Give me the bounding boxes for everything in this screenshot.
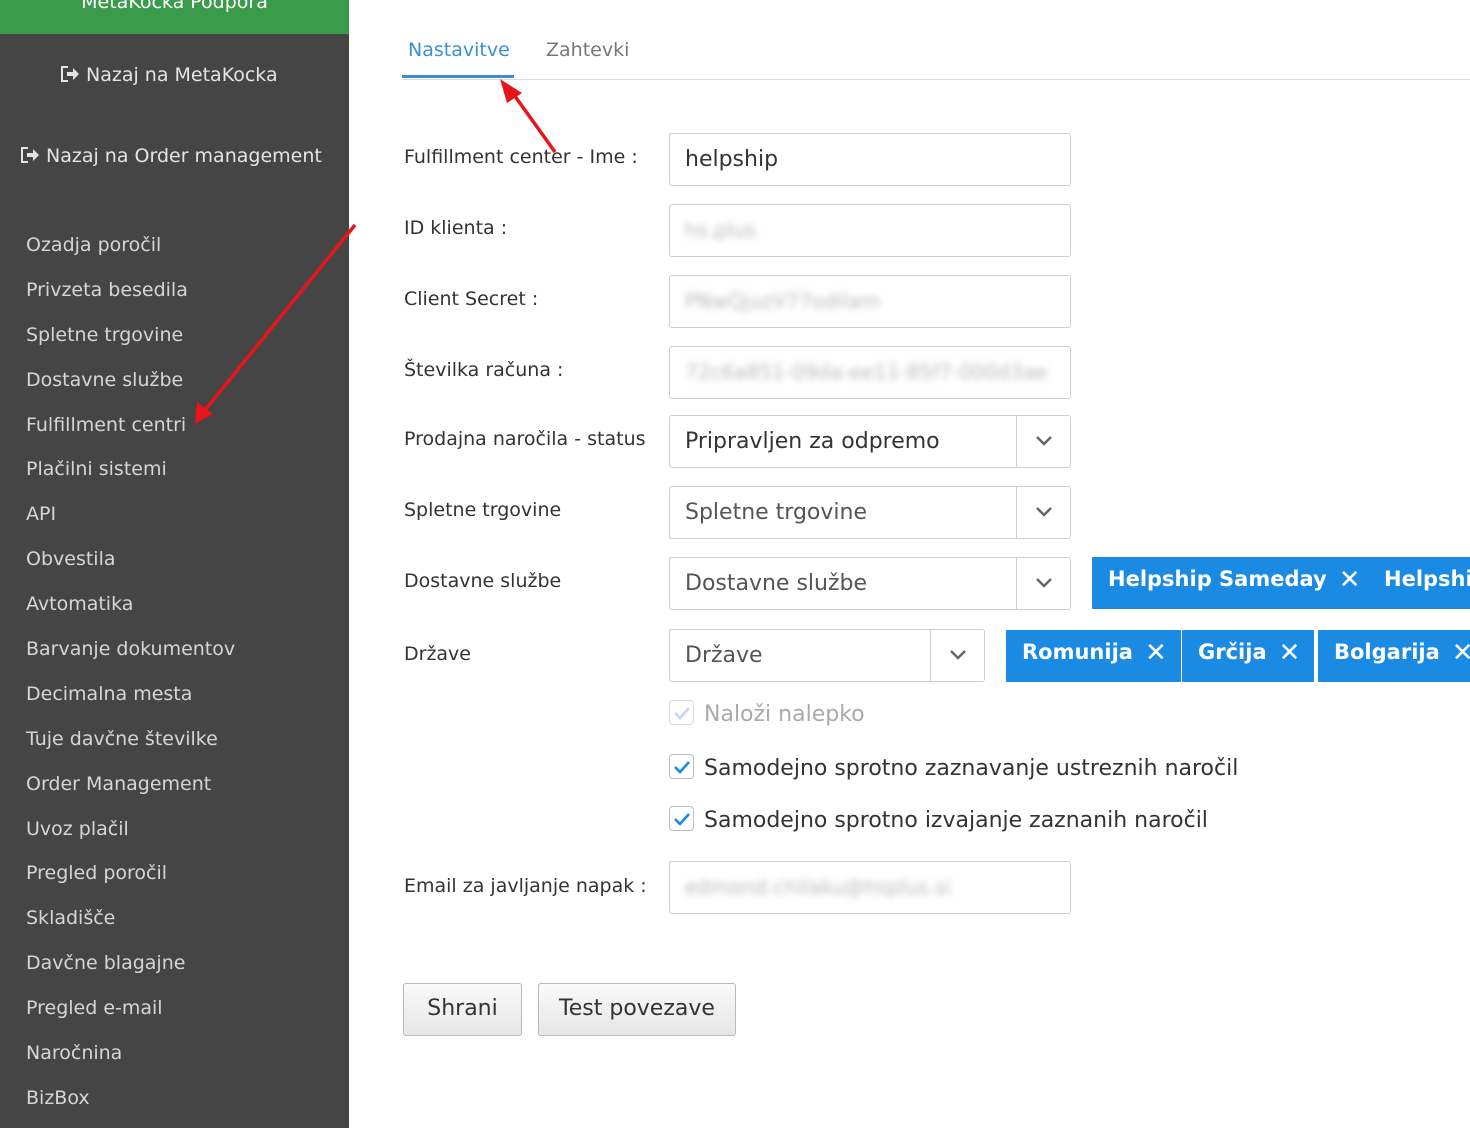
delivery-services-select[interactable]: Dostavne službe [669, 557, 1071, 610]
chevron-down-icon[interactable] [930, 630, 984, 681]
upload-label-text: Naloži nalepko [704, 702, 865, 727]
client-secret-value: PNwQjuzV77odilam [685, 289, 880, 313]
country-tag: Grčija ✕ [1182, 630, 1315, 682]
check-icon [674, 707, 690, 720]
web-shops-placeholder: Spletne trgovine [685, 500, 867, 525]
error-email-input[interactable]: edmond.chilaku@hsplus.si [669, 861, 1071, 914]
sidebar-item-obvestila[interactable]: Obvestila [26, 544, 235, 589]
sign-out-icon [20, 146, 40, 164]
sign-out-icon [60, 65, 80, 83]
tab-zahtevki[interactable]: Zahtevki [546, 39, 629, 61]
close-icon[interactable]: ✕ [1339, 558, 1361, 602]
auto-detect-checkbox-row: Samodejno sprotno zaznavanje ustreznih n… [669, 754, 1238, 781]
brand-header: MetaKocka Podpora [0, 0, 349, 34]
sidebar-item-ozadja-porocil[interactable]: Ozadja poročil [26, 230, 235, 275]
app-window: MetaKocka Podpora Nazaj na MetaKocka Naz… [0, 0, 1470, 1128]
country-tag: Romunija ✕ [1006, 630, 1181, 682]
upload-label-checkbox-row: Naloži nalepko [669, 700, 865, 727]
order-status-value: Pripravljen za odpremo [685, 429, 940, 454]
auto-detect-text: Samodejno sprotno zaznavanje ustreznih n… [704, 756, 1239, 781]
sidebar-item-api[interactable]: API [26, 499, 235, 544]
countries-label: Države [404, 643, 471, 665]
brand-title: MetaKocka Podpora [81, 0, 268, 13]
close-icon[interactable]: ✕ [1279, 631, 1301, 675]
error-email-value: edmond.chilaku@hsplus.si [685, 875, 951, 899]
sidebar-item-uvoz-placil[interactable]: Uvoz plačil [26, 814, 235, 859]
name-value: helpship [685, 147, 779, 172]
delivery-tag-label: Helpship [1384, 567, 1470, 591]
sidebar-item-fulfillment-centri[interactable]: Fulfillment centri [26, 410, 235, 455]
test-connection-button[interactable]: Test povezave [538, 983, 736, 1036]
sidebar-item-davcne-blagajne[interactable]: Davčne blagajne [26, 948, 235, 993]
client-id-input[interactable]: hs.plus [669, 204, 1071, 257]
sidebar-item-dostavne-sluzbe[interactable]: Dostavne službe [26, 365, 235, 410]
delivery-tag: Helpship Sameday ✕ [1092, 557, 1375, 609]
client-id-value: hs.plus [685, 218, 756, 242]
countries-placeholder: Države [685, 643, 763, 668]
check-icon [674, 813, 690, 826]
order-status-select[interactable]: Pripravljen za odpremo [669, 415, 1071, 468]
sidebar-item-narocnina[interactable]: Naročnina [26, 1038, 235, 1083]
delivery-services-label: Dostavne službe [404, 570, 562, 592]
web-shops-label: Spletne trgovine [404, 499, 562, 521]
country-tag-label: Bolgarija [1334, 640, 1440, 664]
save-button[interactable]: Shrani [403, 983, 522, 1036]
sidebar-menu: Ozadja poročil Privzeta besedila Spletne… [26, 230, 235, 1128]
close-icon[interactable]: ✕ [1145, 631, 1167, 675]
annotation-arrow-to-tab [500, 79, 557, 154]
chevron-down-icon[interactable] [1016, 487, 1070, 538]
sidebar-item-skladisce[interactable]: Skladišče [26, 903, 235, 948]
sidebar-item-avtomatika[interactable]: Avtomatika [26, 589, 235, 634]
auto-execute-text: Samodejno sprotno izvajanje zaznanih nar… [704, 808, 1208, 833]
sidebar-item-placilni-sistemi[interactable]: Plačilni sistemi [26, 454, 235, 499]
sidebar-item-tuje-davcne-stevilke[interactable]: Tuje davčne številke [26, 724, 235, 769]
sidebar-item-barvanje-dokumentov[interactable]: Barvanje dokumentov [26, 634, 235, 679]
check-icon [674, 761, 690, 774]
account-number-value: 72c6a851-09da-ee11-85f7-000d3ae [685, 360, 1048, 384]
country-tag-label: Grčija [1198, 640, 1267, 664]
close-icon[interactable]: ✕ [1452, 631, 1470, 675]
name-label: Fulfillment center - Ime : [404, 146, 638, 168]
sidebar-item-order-management[interactable]: Order Management [26, 769, 235, 814]
back-to-metakocka-label: Nazaj na MetaKocka [86, 64, 278, 86]
order-status-label: Prodajna naročila - status [404, 428, 646, 450]
auto-detect-checkbox[interactable] [669, 754, 694, 779]
sidebar-item-bizbox[interactable]: BizBox [26, 1083, 235, 1128]
tab-bar: Nastavitve Zahtevki [402, 0, 1470, 80]
tab-nastavitve[interactable]: Nastavitve [408, 39, 510, 61]
sidebar-item-spletne-trgovine[interactable]: Spletne trgovine [26, 320, 235, 365]
delivery-tag-label: Helpship Sameday [1108, 567, 1327, 591]
delivery-services-placeholder: Dostavne službe [685, 571, 868, 596]
back-to-order-management-label: Nazaj na Order management [46, 145, 322, 167]
back-to-order-management-link[interactable]: Nazaj na Order management [20, 145, 322, 167]
back-to-metakocka-link[interactable]: Nazaj na MetaKocka [60, 64, 278, 86]
client-secret-label: Client Secret : [404, 288, 539, 310]
client-secret-input[interactable]: PNwQjuzV77odilam [669, 275, 1071, 328]
country-tag-label: Romunija [1022, 640, 1133, 664]
sidebar-item-privzeta-besedila[interactable]: Privzeta besedila [26, 275, 235, 320]
chevron-down-icon[interactable] [1016, 416, 1070, 467]
account-number-input[interactable]: 72c6a851-09da-ee11-85f7-000d3ae [669, 346, 1071, 399]
account-number-label: Številka računa : [404, 359, 564, 381]
sidebar-item-decimalna-mesta[interactable]: Decimalna mesta [26, 679, 235, 724]
auto-execute-checkbox[interactable] [669, 806, 694, 831]
countries-select[interactable]: Države [669, 629, 985, 682]
upload-label-checkbox[interactable] [669, 700, 694, 725]
auto-execute-checkbox-row: Samodejno sprotno izvajanje zaznanih nar… [669, 806, 1208, 833]
chevron-down-icon[interactable] [1016, 558, 1070, 609]
client-id-label: ID klienta : [404, 217, 508, 239]
error-email-label: Email za javljanje napak : [404, 875, 647, 897]
active-tab-indicator [402, 75, 514, 78]
web-shops-select[interactable]: Spletne trgovine [669, 486, 1071, 539]
sidebar-item-pregled-porocil[interactable]: Pregled poročil [26, 858, 235, 903]
country-tag: Bolgarija ✕ [1318, 630, 1470, 682]
sidebar-item-pregled-email[interactable]: Pregled e-mail [26, 993, 235, 1038]
name-input[interactable]: helpship [669, 133, 1071, 186]
sidebar: MetaKocka Podpora Nazaj na MetaKocka Naz… [0, 0, 349, 1128]
delivery-tag: Helpship✕ [1368, 557, 1470, 609]
